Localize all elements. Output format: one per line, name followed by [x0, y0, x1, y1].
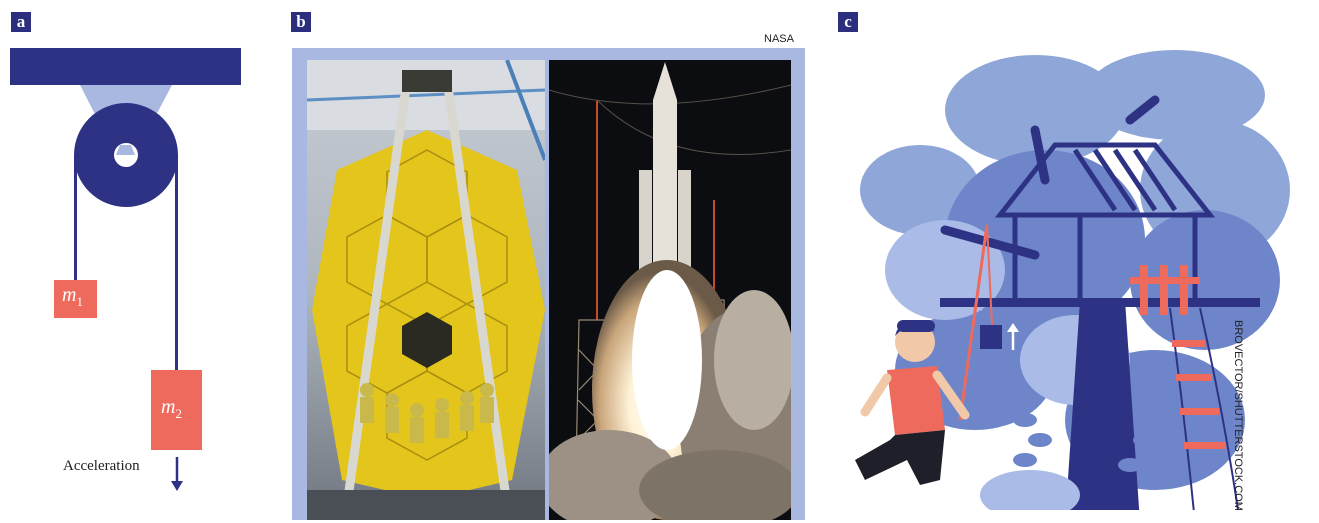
- mass-2-label: m2: [161, 396, 182, 421]
- mass-1-label: m1: [62, 284, 83, 309]
- rocket-body: [653, 100, 677, 270]
- ceiling-support: [10, 48, 241, 85]
- acceleration-label: Acceleration: [63, 458, 140, 474]
- rocket-launch-photo: [549, 60, 791, 520]
- pulley-diagram: [10, 48, 241, 491]
- treehouse-illustration: [825, 50, 1295, 523]
- panel-b-credit: NASA: [764, 33, 794, 45]
- bucket: [980, 325, 1002, 349]
- treehouse-floor: [940, 298, 1260, 307]
- panel-c-label: c: [838, 12, 858, 32]
- telescope-mirror-photo: [307, 60, 545, 520]
- panel-c-credit: BROVECTOR/SHUTTERSTOCK.COM: [1232, 320, 1244, 511]
- panel-b-label: b: [291, 12, 311, 32]
